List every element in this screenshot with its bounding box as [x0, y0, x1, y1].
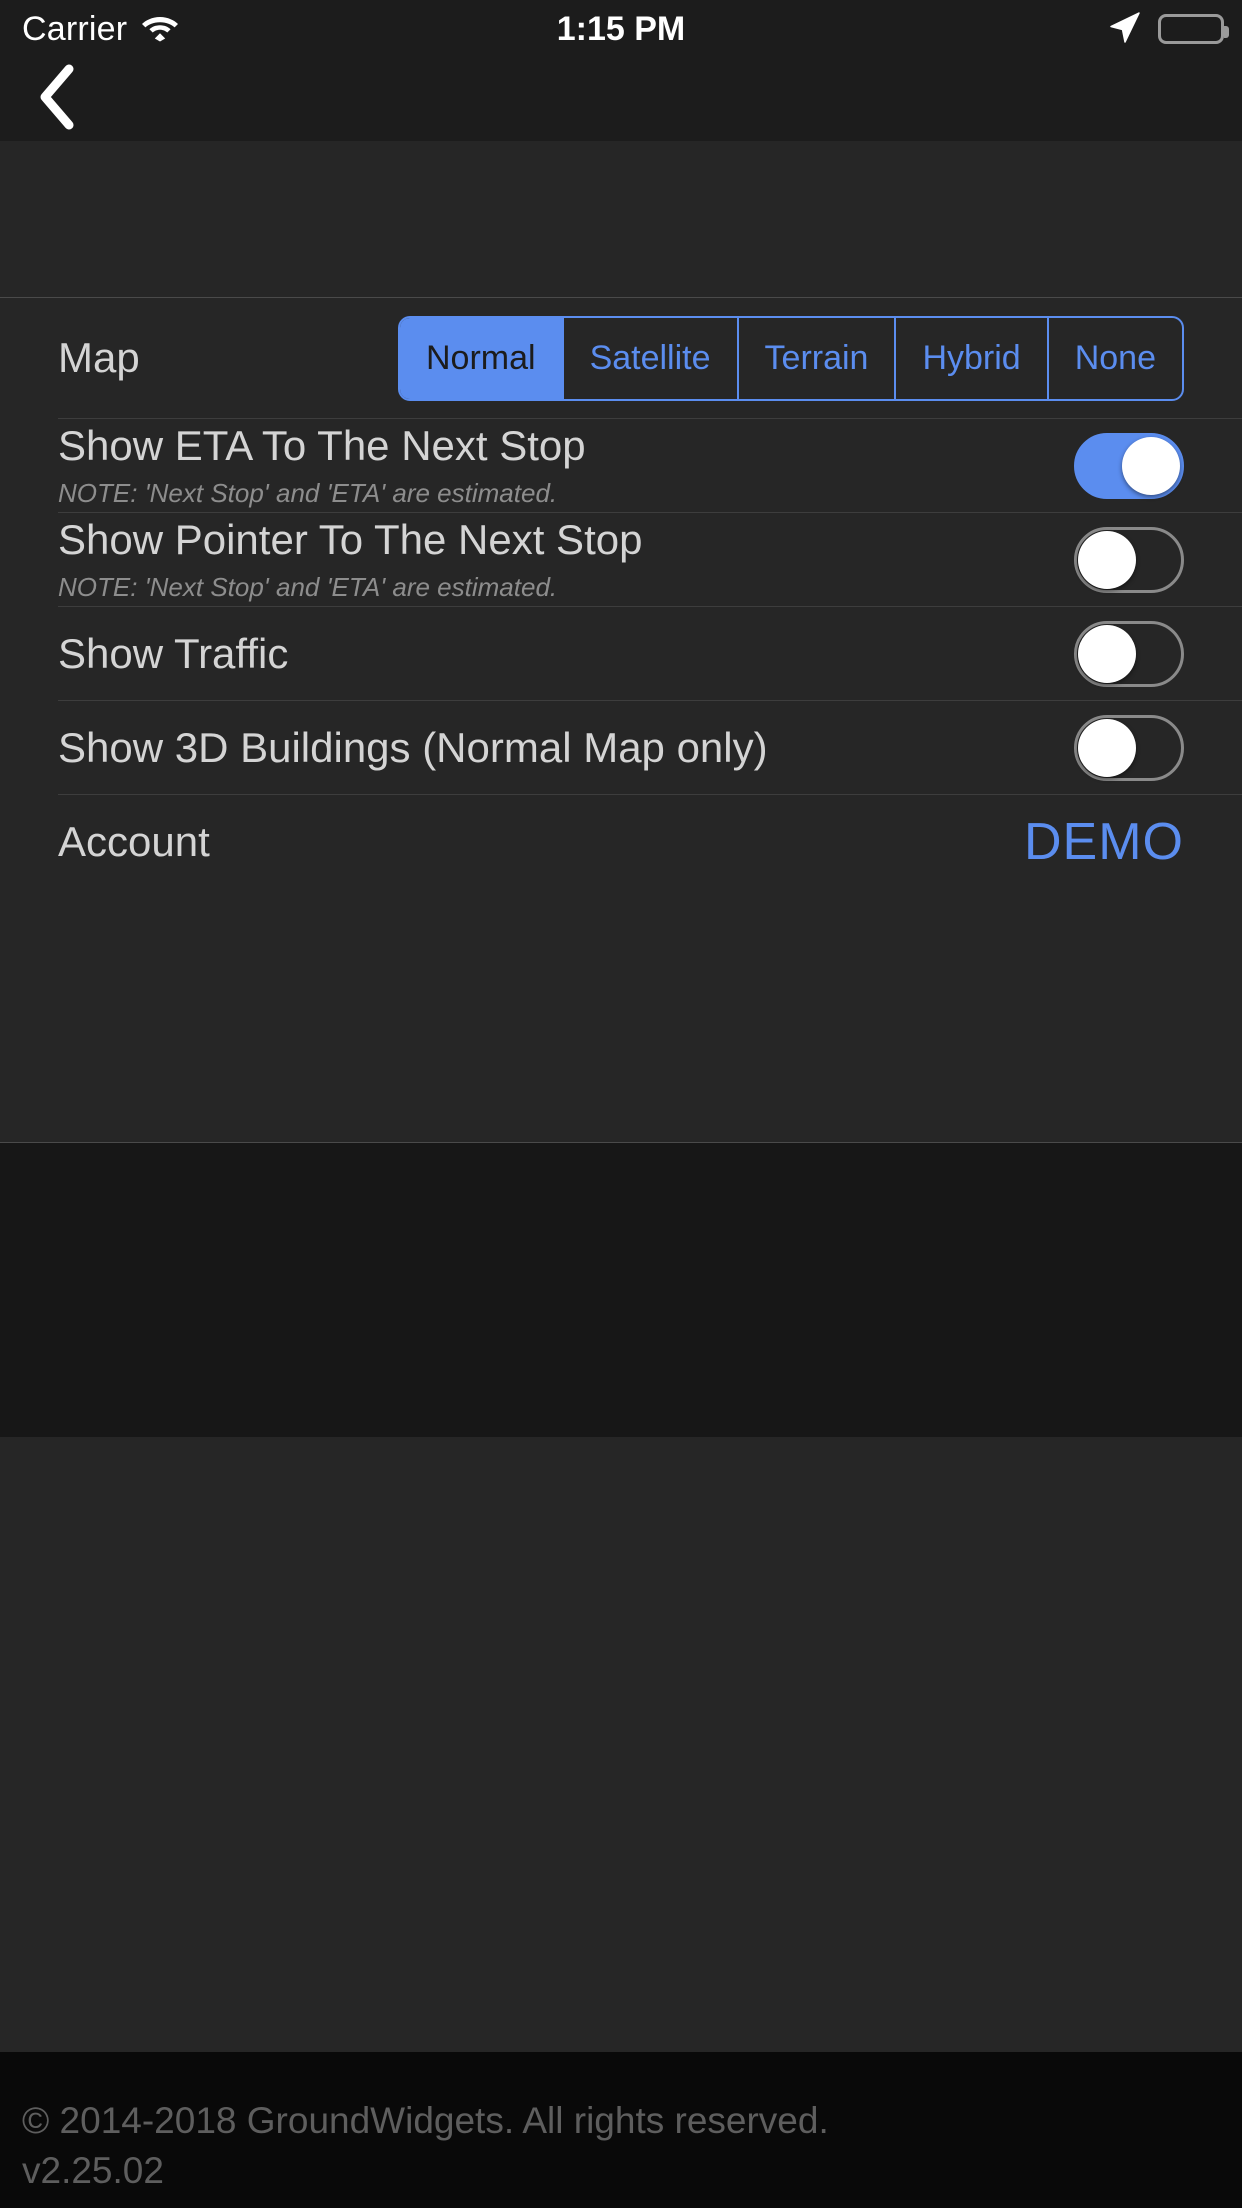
show-eta-toggle[interactable] — [1074, 433, 1184, 499]
status-bar: Carrier 1:15 PM — [0, 0, 1242, 58]
show-3d-buildings-label: Show 3D Buildings (Normal Map only) — [58, 723, 768, 771]
settings-row-account[interactable]: Account DEMO — [0, 795, 1242, 889]
map-row-label: Map — [58, 334, 140, 382]
show-traffic-toggle[interactable] — [1074, 621, 1184, 687]
show-eta-label: Show ETA To The Next Stop — [58, 421, 586, 469]
segment-terrain[interactable]: Terrain — [736, 318, 895, 399]
navigation-bar — [0, 58, 1242, 141]
clock-label: 1:15 PM — [556, 9, 686, 48]
footer-version: v2.25.02 — [22, 2149, 164, 2191]
account-value[interactable]: DEMO — [1024, 812, 1184, 872]
footer-copyright: © 2014-2018 GroundWidgets. All rights re… — [22, 2100, 829, 2141]
segment-none[interactable]: None — [1046, 318, 1182, 399]
show-traffic-label-wrap: Show Traffic — [58, 629, 1074, 677]
account-label-wrap: Account — [58, 817, 1024, 865]
map-row-label-wrap: Map — [58, 335, 398, 381]
account-label: Account — [58, 817, 210, 865]
status-bar-right — [1106, 0, 1229, 58]
show-eta-label-wrap: Show ETA To The Next Stop NOTE: 'Next St… — [58, 421, 1074, 509]
footer: © 2014-2018 GroundWidgets. All rights re… — [0, 2052, 1242, 2208]
chevron-left-icon — [35, 64, 79, 135]
settings-row-show-traffic: Show Traffic — [0, 607, 1242, 701]
show-3d-buildings-toggle[interactable] — [1074, 715, 1184, 781]
segment-normal[interactable]: Normal — [399, 318, 562, 399]
show-pointer-note: NOTE: 'Next Stop' and 'ETA' are estimate… — [58, 572, 558, 603]
show-pointer-label: Show Pointer To The Next Stop — [58, 515, 643, 563]
app-screen: Carrier 1:15 PM Map Normal Satellite Ter… — [0, 0, 1242, 2208]
toggle-knob — [1078, 719, 1136, 777]
show-pointer-label-wrap: Show Pointer To The Next Stop NOTE: 'Nex… — [58, 515, 1074, 603]
toggle-knob — [1078, 531, 1136, 589]
segment-satellite[interactable]: Satellite — [561, 318, 737, 399]
settings-row-show-eta: Show ETA To The Next Stop NOTE: 'Next St… — [0, 419, 1242, 513]
segment-hybrid[interactable]: Hybrid — [894, 318, 1046, 399]
show-3d-buildings-label-wrap: Show 3D Buildings (Normal Map only) — [58, 723, 1074, 771]
location-arrow-icon — [1106, 9, 1142, 50]
settings-row-map: Map Normal Satellite Terrain Hybrid None — [0, 298, 1242, 419]
settings-row-show-3d-buildings: Show 3D Buildings (Normal Map only) — [0, 701, 1242, 795]
show-eta-note: NOTE: 'Next Stop' and 'ETA' are estimate… — [58, 478, 558, 509]
back-button[interactable] — [22, 64, 92, 135]
settings-table: Map Normal Satellite Terrain Hybrid None… — [0, 298, 1242, 1143]
table-top-spacer — [0, 141, 1242, 297]
map-type-segmented-control[interactable]: Normal Satellite Terrain Hybrid None — [397, 316, 1184, 401]
toggle-knob — [1122, 437, 1180, 495]
empty-mid-panel — [0, 1437, 1242, 2052]
show-traffic-label: Show Traffic — [58, 629, 289, 677]
settings-row-show-pointer: Show Pointer To The Next Stop NOTE: 'Nex… — [0, 513, 1242, 607]
battery-full-icon — [1158, 14, 1229, 44]
empty-dark-panel — [0, 1143, 1242, 1437]
status-bar-time: 1:15 PM — [0, 0, 1242, 58]
toggle-knob — [1078, 625, 1136, 683]
show-pointer-toggle[interactable] — [1074, 527, 1184, 593]
